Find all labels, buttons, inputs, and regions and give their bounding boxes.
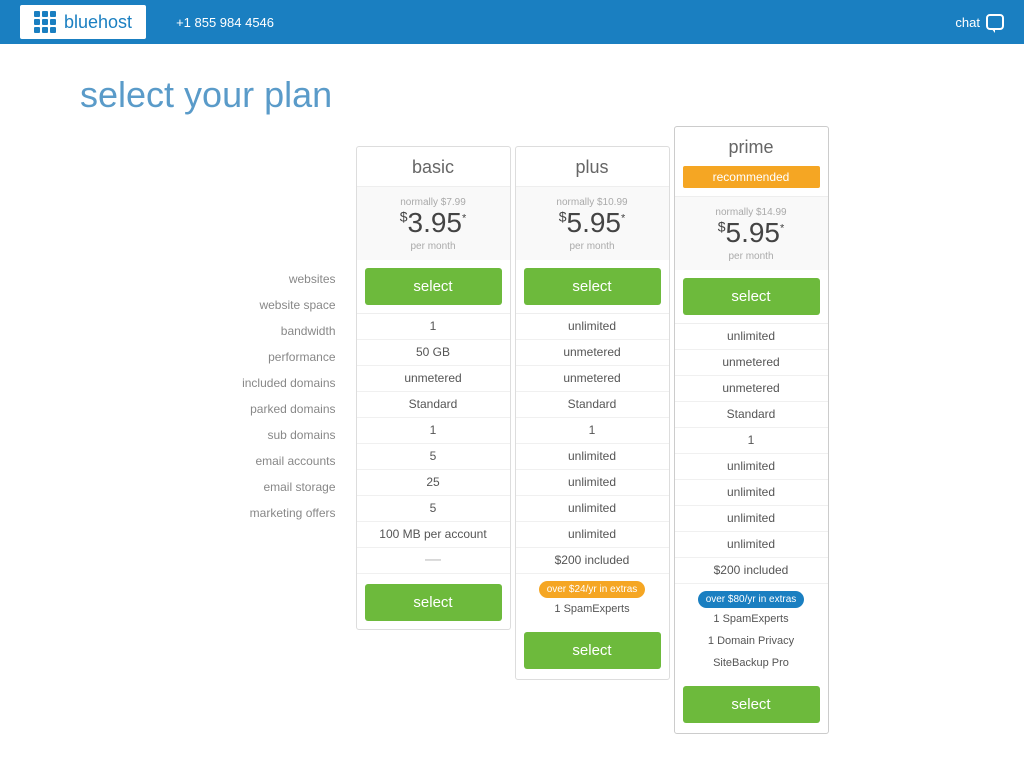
feature-space-plus: unmetered: [516, 340, 669, 366]
feature-email-acc-prime: unlimited: [675, 506, 828, 532]
feature-bandwidth-basic: unmetered: [357, 366, 510, 392]
plan-per-prime: per month: [683, 251, 820, 262]
feature-space-basic: 50 GB: [357, 340, 510, 366]
plan-per-plus: per month: [524, 241, 661, 252]
header-chat[interactable]: chat: [955, 14, 1004, 30]
label-sub-domains: sub domains: [196, 422, 341, 448]
page-title: select your plan: [80, 74, 944, 116]
feature-performance-plus: Standard: [516, 392, 669, 418]
label-email-accounts: email accounts: [196, 448, 341, 474]
plan-name-plus: plus: [516, 147, 669, 186]
label-performance: performance: [196, 344, 341, 370]
marketing-dash-basic: —: [425, 551, 441, 569]
plan-recommended-badge: recommended: [683, 166, 820, 188]
prime-extra-privacy: 1 Domain Privacy: [683, 630, 820, 652]
plus-extra-spamexperts: 1 SpamExperts: [524, 598, 661, 620]
feature-sub-prime: unlimited: [675, 480, 828, 506]
feature-parked-basic: 5: [357, 444, 510, 470]
plus-extras-section: over $24/yr in extras 1 SpamExperts: [516, 574, 669, 626]
feature-marketing-basic: —: [357, 548, 510, 574]
plan-pricing-basic: normally $7.99 $3.95* per month: [357, 186, 510, 260]
feature-email-storage-basic: 100 MB per account: [357, 522, 510, 548]
plan-price-prime: $5.95*: [683, 218, 820, 249]
feature-email-acc-basic: 5: [357, 496, 510, 522]
feature-inc-domains-basic: 1: [357, 418, 510, 444]
plan-card-basic: basic normally $7.99 $3.95* per month se…: [356, 146, 511, 630]
basic-bottom-section: select: [357, 574, 510, 629]
feature-email-storage-plus: unlimited: [516, 522, 669, 548]
chat-label: chat: [955, 15, 980, 30]
plan-pricing-prime: normally $14.99 $5.95* per month: [675, 196, 828, 270]
prime-recommended-container: recommended: [675, 166, 828, 196]
prime-extras-section: over $80/yr in extras 1 SpamExperts 1 Do…: [675, 584, 828, 680]
feature-websites-prime: unlimited: [675, 324, 828, 350]
feature-inc-domains-plus: 1: [516, 418, 669, 444]
logo-container[interactable]: bluehost: [20, 5, 146, 39]
feature-performance-basic: Standard: [357, 392, 510, 418]
plans-container: websites website space bandwidth perform…: [80, 146, 944, 734]
plan-name-prime: prime: [675, 127, 828, 166]
feature-inc-domains-prime: 1: [675, 428, 828, 454]
chat-bubble-icon: [986, 14, 1004, 30]
plan-features-prime: unlimited unmetered unmetered Standard 1…: [675, 323, 828, 733]
label-parked-domains: parked domains: [196, 396, 341, 422]
plus-bottom-section: select: [516, 626, 669, 679]
plan-card-plus: plus normally $10.99 $5.95* per month se…: [515, 146, 670, 680]
feature-sub-plus: unlimited: [516, 470, 669, 496]
label-bandwidth: bandwidth: [196, 318, 341, 344]
plan-per-basic: per month: [365, 241, 502, 252]
feature-parked-plus: unlimited: [516, 444, 669, 470]
select-button-basic-bottom[interactable]: select: [365, 584, 502, 621]
select-button-plus-bottom[interactable]: select: [524, 632, 661, 669]
logo-grid-icon: [34, 11, 56, 33]
label-websites: websites: [196, 266, 341, 292]
label-included-domains: included domains: [196, 370, 341, 396]
feature-websites-basic: 1: [357, 314, 510, 340]
label-marketing-offers: marketing offers: [196, 500, 341, 526]
feature-sub-basic: 25: [357, 470, 510, 496]
select-button-basic[interactable]: select: [365, 268, 502, 305]
feature-email-acc-plus: unlimited: [516, 496, 669, 522]
feature-websites-plus: unlimited: [516, 314, 669, 340]
feature-space-prime: unmetered: [675, 350, 828, 376]
label-website-space: website space: [196, 292, 341, 318]
header-phone: +1 855 984 4546: [176, 15, 274, 30]
feature-bandwidth-prime: unmetered: [675, 376, 828, 402]
plan-card-prime: prime recommended normally $14.99 $5.95*…: [674, 126, 829, 734]
logo-text: bluehost: [64, 12, 132, 33]
prime-badge: over $80/yr in extras: [698, 591, 805, 608]
plan-name-basic: basic: [357, 147, 510, 186]
plan-asterisk-basic: *: [462, 213, 466, 225]
feature-labels-column: websites website space bandwidth perform…: [196, 146, 356, 526]
feature-email-storage-prime: unlimited: [675, 532, 828, 558]
plan-price-sup-basic: $: [400, 209, 408, 225]
feature-bandwidth-plus: unmetered: [516, 366, 669, 392]
plan-price-basic: $3.95*: [365, 208, 502, 239]
prime-extra-spam: 1 SpamExperts: [683, 608, 820, 630]
page-content: select your plan websites website space …: [0, 44, 1024, 764]
plan-features-plus: unlimited unmetered unmetered Standard 1…: [516, 313, 669, 679]
plan-features-basic: 1 50 GB unmetered Standard 1 5 25 5 100 …: [357, 313, 510, 629]
plan-pricing-plus: normally $10.99 $5.95* per month: [516, 186, 669, 260]
plus-badge: over $24/yr in extras: [539, 581, 646, 598]
select-button-prime[interactable]: select: [683, 278, 820, 315]
plan-price-plus: $5.95*: [524, 208, 661, 239]
select-button-prime-bottom[interactable]: select: [683, 686, 820, 723]
prime-extra-backup: SiteBackup Pro: [683, 652, 820, 674]
feature-performance-prime: Standard: [675, 402, 828, 428]
prime-bottom-section: select: [675, 680, 828, 733]
select-button-plus[interactable]: select: [524, 268, 661, 305]
header: bluehost +1 855 984 4546 chat: [0, 0, 1024, 44]
label-email-storage: email storage: [196, 474, 341, 500]
feature-marketing-plus: $200 included: [516, 548, 669, 574]
feature-parked-prime: unlimited: [675, 454, 828, 480]
